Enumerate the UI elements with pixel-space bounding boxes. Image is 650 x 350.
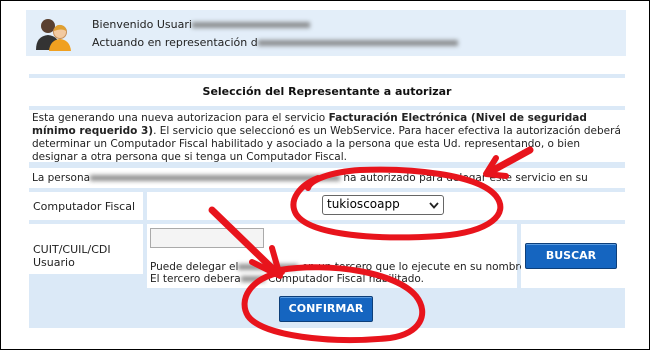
annotation-arrow-confirm <box>208 206 280 276</box>
annotation-overlay <box>208 146 534 343</box>
annotation-circle-confirm <box>241 264 426 343</box>
annotation-circle-select <box>290 166 504 241</box>
